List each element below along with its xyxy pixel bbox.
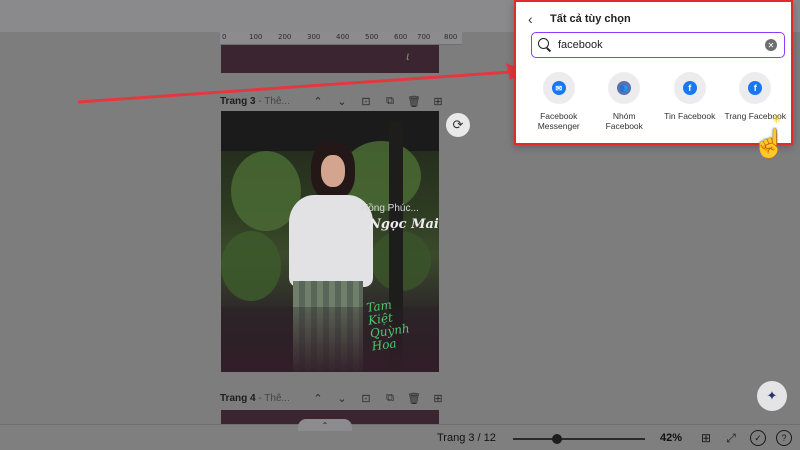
search-box: ✕: [531, 32, 785, 58]
photo-face: [321, 155, 345, 187]
search-input[interactable]: [558, 39, 758, 51]
arrow-line: [78, 70, 511, 104]
annotation-arrow: [78, 63, 524, 104]
photo-foliage: [221, 231, 281, 301]
page-indicator[interactable]: Trang 3 / 12: [437, 432, 496, 444]
trash-icon[interactable]: 🗑: [402, 390, 426, 406]
share-options-popup: ‹ Tất cả tùy chọn ✕ ✉ Facebook Messenger…: [514, 0, 793, 145]
option-facebook-messenger[interactable]: ✉ Facebook Messenger: [526, 72, 592, 131]
ruler-tick-label: 600: [394, 33, 408, 41]
help-icon[interactable]: ?: [776, 430, 792, 446]
bottom-status-bar: ⌃ Trang 3 / 12 42% ⊞ ⤢ ✓ ?: [0, 419, 800, 450]
option-icon-wrap: f: [739, 72, 772, 104]
page-text-line-2[interactable]: Ngọc Mai: [369, 217, 439, 232]
add-page-icon[interactable]: ⊞: [426, 390, 450, 406]
lock-icon[interactable]: ⊡: [354, 390, 378, 406]
popup-header: ‹ Tất cả tùy chọn: [528, 11, 631, 27]
ruler-tick-label: 100: [249, 33, 263, 41]
ruler-tick-label: 0: [222, 33, 227, 41]
group-icon: 👥: [617, 81, 632, 95]
page-4-header: Trang 4 - Thê... ⌃ ⌄ ⊡ ⧉ 🗑 ⊞: [220, 389, 443, 407]
sparkle-icon: ✳: [772, 114, 782, 126]
page-4-subtitle: - Thê...: [255, 392, 290, 404]
option-facebook-story[interactable]: f Tin Facebook: [657, 72, 723, 131]
ruler-tick-label: 800: [444, 33, 458, 41]
collapse-pages-button[interactable]: ⌃: [298, 419, 352, 431]
option-label: Tin Facebook: [664, 111, 716, 121]
share-options-list: ✉ Facebook Messenger 👥 Nhóm Facebook f T…: [526, 72, 788, 131]
magic-assistant-icon[interactable]: ✦: [757, 381, 787, 411]
option-label: Facebook Messenger: [537, 111, 580, 131]
refresh-icon[interactable]: ⟳: [446, 113, 470, 137]
popup-title: Tất cả tùy chọn: [550, 13, 631, 25]
option-icon-wrap: f: [673, 72, 706, 104]
chevron-up-icon[interactable]: ⌃: [306, 390, 330, 406]
facebook-page-icon: f: [748, 81, 763, 95]
check-icon[interactable]: ✓: [750, 430, 766, 446]
page-4-tools: ⌃ ⌄ ⊡ ⧉ 🗑 ⊞: [306, 390, 450, 406]
chevron-down-icon[interactable]: ⌄: [330, 390, 354, 406]
option-icon-wrap: ✉: [542, 72, 575, 104]
page-4-label: Trang 4: [220, 392, 256, 404]
ruler-tick-label: 700: [417, 33, 431, 41]
grid-view-icon[interactable]: ⊞: [698, 430, 714, 446]
page-text-line-1[interactable]: Hồng Phúc...: [361, 203, 419, 214]
ruler-tick-label: 300: [307, 33, 321, 41]
option-icon-wrap: 👥: [608, 72, 641, 104]
option-facebook-group[interactable]: 👥 Nhóm Facebook: [592, 72, 658, 131]
ruler: 0 100 200 300 400 500 600 700 800: [220, 32, 462, 45]
clear-icon[interactable]: ✕: [765, 39, 777, 51]
duplicate-icon[interactable]: ⧉: [378, 390, 402, 406]
page-3-canvas[interactable]: Hồng Phúc... Ngọc Mai Tam Kiệt Quỳnh Hoa: [221, 111, 439, 372]
fullscreen-icon[interactable]: ⤢: [723, 430, 739, 446]
zoom-slider[interactable]: [513, 438, 645, 440]
page-4-title[interactable]: Trang 4 - Thê...: [220, 393, 290, 404]
option-label: Nhóm Facebook: [605, 111, 643, 131]
search-icon: [538, 38, 552, 52]
chevron-left-icon[interactable]: ‹: [528, 11, 540, 27]
zoom-slider-handle[interactable]: [551, 434, 562, 444]
pointing-hand-icon: ☝: [752, 128, 787, 159]
messenger-icon: ✉: [551, 81, 566, 95]
page-text-calligraphy[interactable]: Tam Kiệt Quỳnh Hoa: [365, 296, 413, 353]
ruler-tick-label: 200: [278, 33, 292, 41]
ruler-tick-label: 500: [365, 33, 379, 41]
facebook-story-icon: f: [682, 81, 697, 95]
zoom-level[interactable]: 42%: [660, 432, 682, 444]
ruler-tick-label: 400: [336, 33, 350, 41]
